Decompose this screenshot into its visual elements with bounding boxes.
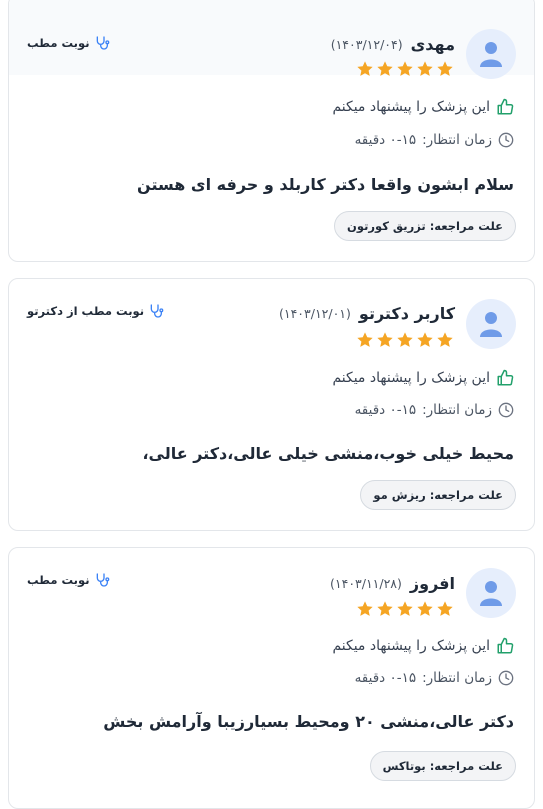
clock-icon xyxy=(498,402,514,418)
wait-row: زمان انتظار: ۰-۱۵ دقیقه xyxy=(355,402,514,418)
review-comment: سلام ابشون واقعا دکتر کاربلد و حرفه ای ه… xyxy=(137,175,514,194)
review-card: افروز (۱۴۰۳/۱۱/۲۸) نوبت مطب این پزشک را … xyxy=(8,547,535,809)
reason-label: علت مراجعه: xyxy=(429,488,503,502)
visit-reason-chip: علت مراجعه: بوتاکس xyxy=(369,751,516,781)
review-card: کاربر دکترتو (۱۴۰۳/۱۲/۰۱) نوبت مطب از دک… xyxy=(8,278,535,531)
star-icon xyxy=(397,601,413,616)
recommend-row: این پزشک را پیشنهاد میکنم xyxy=(332,369,514,387)
user-avatar-icon xyxy=(466,568,516,618)
reason-value: تزریق کورتون xyxy=(347,219,426,233)
recommend-label: این پزشک را پیشنهاد میکنم xyxy=(332,99,490,115)
recommend-row: این پزشک را پیشنهاد میکنم xyxy=(332,637,514,655)
reason-label: علت مراجعه: xyxy=(429,219,503,233)
star-icon xyxy=(357,332,373,347)
review-date: (۱۴۰۳/۱۱/۲۸) xyxy=(330,576,402,591)
visit-type-label: نوبت مطب xyxy=(27,573,90,587)
reason-value: بوتاکس xyxy=(382,759,426,773)
visit-type-label: نوبت مطب xyxy=(27,36,90,50)
stethoscope-icon xyxy=(96,36,109,50)
wait-value: ۰-۱۵ دقیقه xyxy=(354,132,417,148)
thumbs-up-icon xyxy=(497,637,514,654)
reason-label: علت مراجعه: xyxy=(429,759,503,773)
reason-value: ریزش مو xyxy=(373,488,426,502)
star-icon xyxy=(417,601,433,616)
visit-type: نوبت مطب xyxy=(27,35,110,51)
thumbs-up-icon xyxy=(497,369,514,386)
clock-icon xyxy=(498,670,514,686)
star-icon xyxy=(437,61,453,76)
star-icon xyxy=(377,61,393,76)
clock-icon xyxy=(498,132,514,148)
wait-value: ۰-۱۵ دقیقه xyxy=(354,402,417,418)
reviewer-name: افروز xyxy=(409,574,455,593)
star-icon xyxy=(397,61,413,76)
stethoscope-icon xyxy=(96,573,109,587)
rating-stars xyxy=(356,60,454,78)
user-avatar-icon xyxy=(466,299,516,349)
recommend-label: این پزشک را پیشنهاد میکنم xyxy=(332,370,490,386)
reviewer-name: مهدی xyxy=(410,35,455,54)
recommend-label: این پزشک را پیشنهاد میکنم xyxy=(332,638,490,654)
visit-type: نوبت مطب xyxy=(27,572,110,588)
thumbs-up-icon xyxy=(497,98,514,115)
star-icon xyxy=(417,61,433,76)
wait-row: زمان انتظار: ۰-۱۵ دقیقه xyxy=(355,670,514,686)
visit-type-label: نوبت مطب از دکترتو xyxy=(27,304,145,318)
star-icon xyxy=(417,332,433,347)
stethoscope-icon xyxy=(150,304,164,318)
star-icon xyxy=(377,601,393,616)
star-icon xyxy=(357,61,373,76)
review-header xyxy=(9,548,534,628)
star-icon xyxy=(397,332,413,347)
wait-value: ۰-۱۵ دقیقه xyxy=(354,670,417,686)
reviews-feed: مهدی (۱۴۰۳/۱۲/۰۴) نوبت مطب این پزشک را پ… xyxy=(0,0,543,809)
star-icon xyxy=(437,332,453,347)
rating-stars xyxy=(356,600,454,618)
recommend-row: این پزشک را پیشنهاد میکنم xyxy=(332,98,514,116)
reviewer-row: کاربر دکترتو (۱۴۰۳/۱۲/۰۱) xyxy=(279,304,455,323)
review-comment: محیط خیلی خوب،منشی خیلی عالی،دکتر عالی، xyxy=(142,444,514,463)
rating-stars xyxy=(356,331,454,349)
visit-reason-chip: علت مراجعه: ریزش مو xyxy=(360,480,516,510)
reviewer-row: مهدی (۱۴۰۳/۱۲/۰۴) xyxy=(331,35,455,54)
review-date: (۱۴۰۳/۱۲/۰۱) xyxy=(278,306,351,321)
visit-reason-chip: علت مراجعه: تزریق کورتون xyxy=(334,211,516,241)
wait-label: زمان انتظار: xyxy=(422,402,492,418)
review-card: مهدی (۱۴۰۳/۱۲/۰۴) نوبت مطب این پزشک را پ… xyxy=(8,0,535,262)
wait-row: زمان انتظار: ۰-۱۵ دقیقه xyxy=(355,132,514,148)
review-comment: دکتر عالی،منشی ۲۰ ومحیط بسیارزیبا وآرامش… xyxy=(103,712,514,731)
reviewer-row: افروز (۱۴۰۳/۱۱/۲۸) xyxy=(330,574,455,593)
star-icon xyxy=(437,601,453,616)
wait-label: زمان انتظار: xyxy=(422,132,492,148)
reviewer-name: کاربر دکترتو xyxy=(358,304,455,323)
review-date: (۱۴۰۳/۱۲/۰۴) xyxy=(330,37,403,52)
review-header xyxy=(9,279,534,359)
wait-label: زمان انتظار: xyxy=(422,670,492,686)
visit-type: نوبت مطب از دکترتو xyxy=(27,303,164,319)
star-icon xyxy=(377,332,393,347)
star-icon xyxy=(357,601,373,616)
user-avatar-icon xyxy=(466,29,516,79)
